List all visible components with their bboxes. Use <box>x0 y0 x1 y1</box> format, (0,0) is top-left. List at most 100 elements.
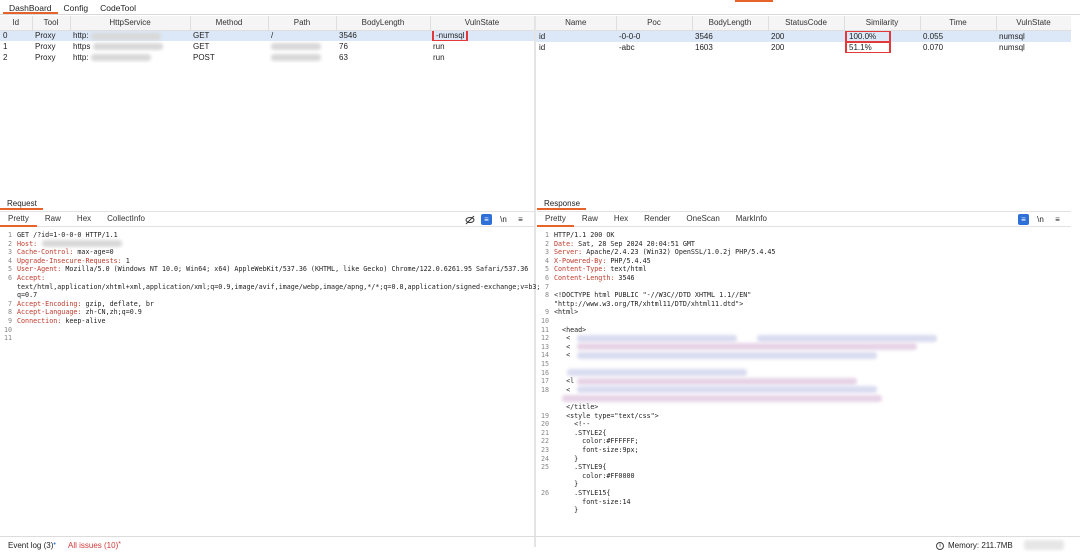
cell-tool: Proxy <box>32 30 70 41</box>
redacted-text <box>757 334 937 342</box>
col-bodylength[interactable]: BodyLength <box>336 16 431 31</box>
tab-response-onescan[interactable]: OneScan <box>678 211 727 227</box>
code-line: Upgrade-Insecure-Requests: 1 <box>17 256 130 265</box>
table-row[interactable]: 2 Proxy http: POST 63 run <box>0 52 534 63</box>
line-number: 11 <box>3 334 12 343</box>
col-vulnstate[interactable]: VulnState <box>430 16 534 31</box>
code-line: <html> <box>554 308 579 317</box>
hide-icon[interactable] <box>464 214 475 225</box>
tab-config[interactable]: Config <box>58 0 95 14</box>
vulnstate-highlight: -numsql <box>431 30 469 41</box>
response-editor[interactable]: 1 HTTP/1.1 200 OK 2 Date: Sat, 28 Sep 2024 … <box>537 229 1071 534</box>
issues-label: All issues (10) <box>68 541 119 550</box>
line-number: 17 <box>540 377 549 386</box>
cell-path: / <box>268 30 336 41</box>
table-row[interactable]: id -0-0-0 3546 200 100.0% 0.055 numsql <box>536 30 1071 42</box>
tab-response-raw[interactable]: Raw <box>574 211 606 227</box>
menu-icon[interactable]: ≡ <box>1052 214 1063 225</box>
tab-codetool[interactable]: CodeTool <box>94 0 142 14</box>
col-statuscode[interactable]: StatusCode <box>768 16 845 31</box>
col-name[interactable]: Name <box>536 16 617 31</box>
tab-request-collectinfo[interactable]: CollectInfo <box>99 211 153 227</box>
info-icon: i <box>936 541 944 550</box>
tab-response-render[interactable]: Render <box>636 211 678 227</box>
similarity-highlight: 100.0% <box>845 30 891 42</box>
top-accent-line <box>735 0 773 2</box>
col-path[interactable]: Path <box>268 16 337 31</box>
cell-vulnstate: numsql <box>996 30 1071 42</box>
cell-bodylength: 76 <box>339 42 348 51</box>
tab-request-hex[interactable]: Hex <box>69 211 99 227</box>
line-number: 26 <box>540 489 549 497</box>
line-number: 25 <box>540 463 549 472</box>
line-number: 1 <box>544 231 549 239</box>
tab-dashboard[interactable]: DashBoard <box>3 0 58 14</box>
response-subtabs: Pretty Raw Hex Render OneScan MarkInfo ≡… <box>537 211 1071 227</box>
line-number: 15 <box>540 360 549 368</box>
col-similarity[interactable]: Similarity <box>844 16 921 31</box>
code-line: text/html,application/xhtml+xml,applicat… <box>17 282 541 291</box>
redacted-text <box>577 377 857 385</box>
code-line: Host: <box>17 239 38 248</box>
code-line: </title> <box>554 403 599 411</box>
col-httpservice[interactable]: HttpService <box>70 16 191 31</box>
code-line: .STYLE9{ <box>554 463 607 472</box>
request-title[interactable]: Request <box>0 197 43 210</box>
response-title[interactable]: Response <box>537 197 587 210</box>
cell-id: 1 <box>3 42 8 51</box>
cell-poc: -abc <box>619 42 635 52</box>
event-log-link[interactable]: Event log (3)• <box>8 541 56 550</box>
code-line: Connection: keep-alive <box>17 317 106 325</box>
code-line: Content-Type: text/html <box>554 265 647 274</box>
line-number: 7 <box>7 299 12 308</box>
col-time[interactable]: Time <box>920 16 997 31</box>
cell-time: 0.055 <box>920 30 996 42</box>
wrap-icon[interactable]: \n <box>1035 214 1046 225</box>
issues-link[interactable]: All issues (10)* <box>68 541 121 550</box>
wrap-icon[interactable]: \n <box>498 214 509 225</box>
cell-method: POST <box>193 53 215 62</box>
redacted-text <box>567 369 747 377</box>
service-text: http: <box>73 31 89 41</box>
redacted-path <box>271 54 321 62</box>
line-number: 8 <box>544 291 549 300</box>
table-row[interactable]: id -abc 1603 200 51.1% 0.070 numsql <box>536 41 1071 53</box>
code-line: Accept-Language: zh-CN,zh;q=0.9 <box>17 308 142 317</box>
table-row[interactable]: 1 Proxy https GET 76 run <box>0 41 534 52</box>
menu-icon[interactable]: ≡ <box>515 214 526 225</box>
col-vulnstate[interactable]: VulnState <box>996 16 1071 31</box>
line-number: 20 <box>540 420 549 429</box>
code-line: Content-Length: 3546 <box>554 274 635 282</box>
code-line: "http://www.w3.org/TR/xhtml11/DTD/xhtml1… <box>554 299 744 308</box>
tab-response-pretty[interactable]: Pretty <box>537 211 574 227</box>
code-line: .STYLE2{ <box>554 428 607 437</box>
code-line: < <box>554 385 571 394</box>
redacted-text <box>577 386 877 394</box>
tab-request-pretty[interactable]: Pretty <box>0 211 37 227</box>
line-number: 3 <box>544 248 549 257</box>
line-number: 2 <box>544 239 549 248</box>
code-line: < <box>554 351 571 360</box>
line-number: 9 <box>544 308 549 317</box>
tab-response-hex[interactable]: Hex <box>606 211 636 227</box>
list-format-icon[interactable]: ≡ <box>1018 214 1029 225</box>
code-line: Accept-Encoding: gzip, deflate, br <box>17 299 154 308</box>
code-line: .STYLE15{ <box>554 489 611 497</box>
col-bodylength[interactable]: BodyLength <box>692 16 769 31</box>
issues-mark: * <box>118 541 121 548</box>
line-number: 13 <box>540 342 549 351</box>
request-editor[interactable]: 1 GET /?id=1-0-0-0 HTTP/1.1 2 Host: 3 Cache-C… <box>0 229 540 534</box>
cell-service: http: <box>70 30 190 41</box>
tab-response-markinfo[interactable]: MarkInfo <box>728 211 775 227</box>
table-row[interactable]: 0 Proxy http: GET / 3546 -numsql <box>0 30 534 41</box>
list-format-icon[interactable]: ≡ <box>481 214 492 225</box>
col-poc[interactable]: Poc <box>616 16 693 31</box>
code-line: q=0.7 <box>17 291 38 300</box>
col-id[interactable]: Id <box>0 16 33 31</box>
line-number: 24 <box>540 454 549 463</box>
tab-request-raw[interactable]: Raw <box>37 211 69 227</box>
redacted-text <box>577 351 877 359</box>
col-method[interactable]: Method <box>190 16 269 31</box>
col-tool[interactable]: Tool <box>32 16 71 31</box>
line-number: 18 <box>540 385 549 394</box>
